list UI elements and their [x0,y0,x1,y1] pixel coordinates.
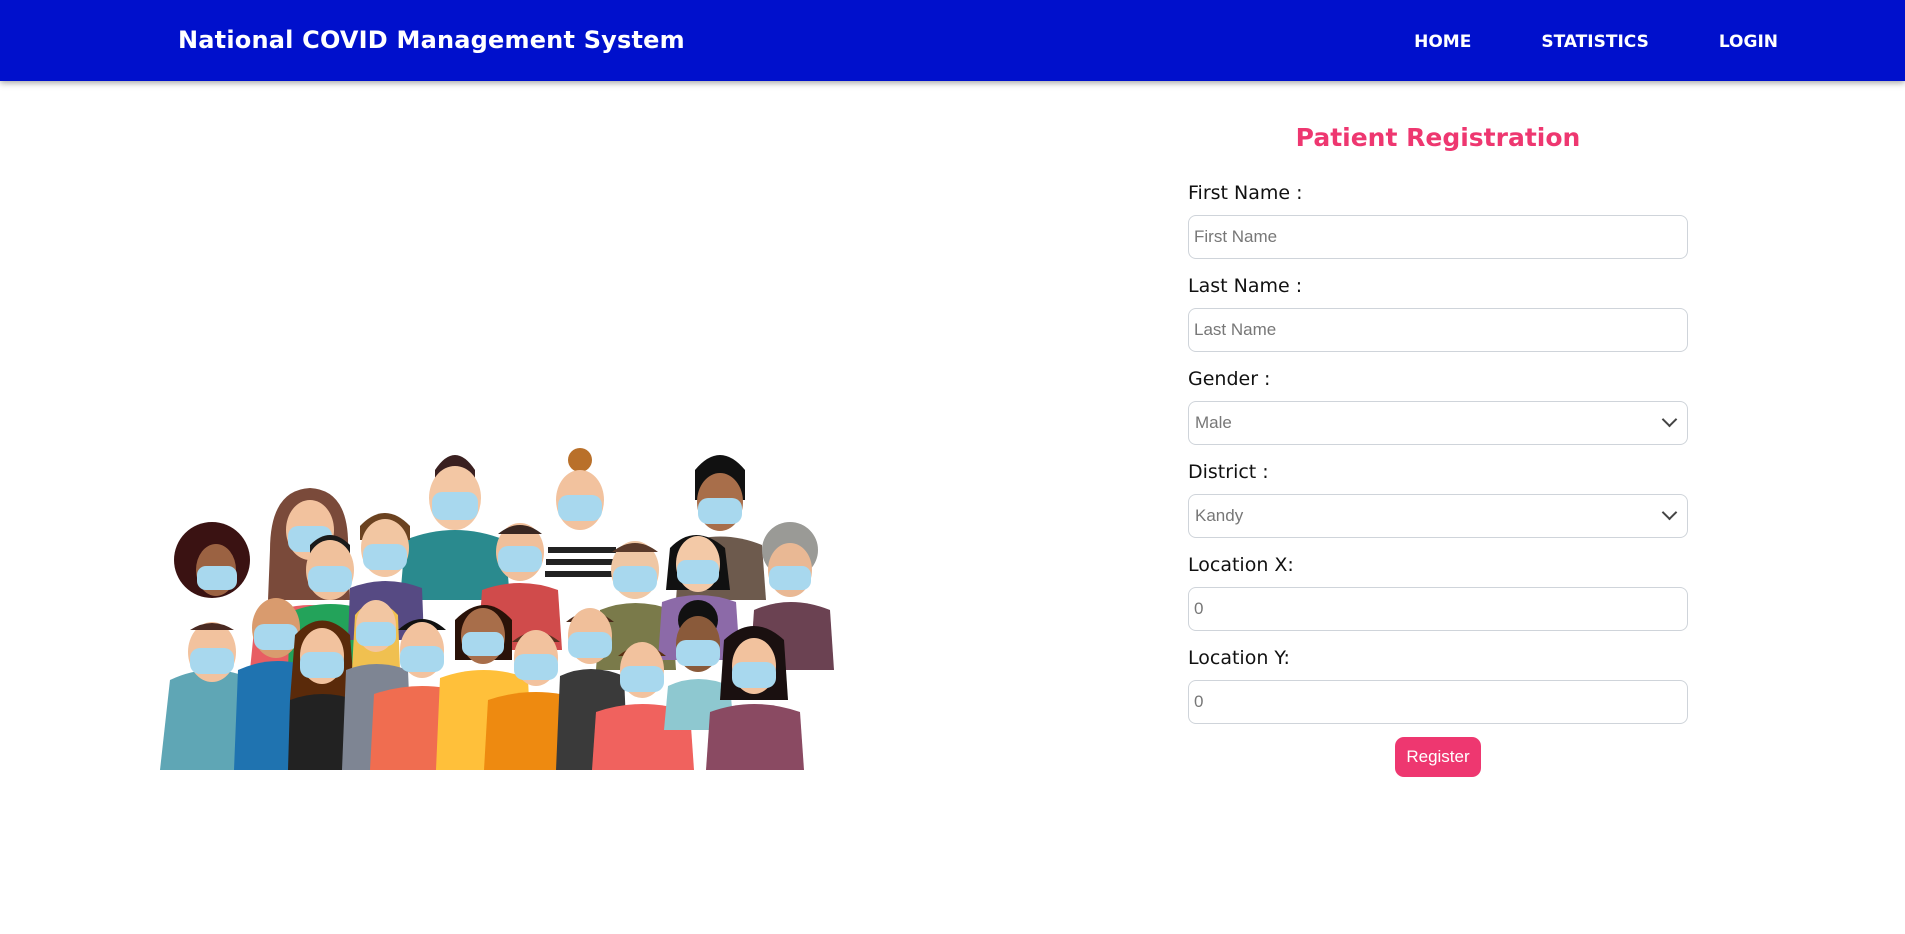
brand-title[interactable]: National COVID Management System [178,0,685,81]
district-select[interactable]: Kandy [1188,494,1688,538]
masked-people-illustration [150,430,890,770]
last-name-input[interactable] [1188,308,1688,352]
person-figure [400,455,510,600]
nav-links: HOME STATISTICS LOGIN [1414,0,1778,81]
nav-home-link[interactable]: HOME [1414,0,1471,81]
location-y-input[interactable] [1188,680,1688,724]
chevron-down-icon [1661,411,1678,428]
first-name-label: First Name : [1188,182,1303,204]
nav-statistics-link[interactable]: STATISTICS [1541,0,1648,81]
gender-selected-value: Male [1195,413,1232,432]
form-title: Patient Registration [1295,123,1581,152]
gender-select[interactable]: Male [1188,401,1688,445]
chevron-down-icon [1661,504,1678,521]
register-button[interactable]: Register [1395,737,1481,777]
district-label: District : [1188,461,1269,483]
person-figure [174,522,250,598]
navbar: National COVID Management System HOME ST… [0,0,1905,81]
nav-login-link[interactable]: LOGIN [1719,0,1778,81]
location-x-input[interactable] [1188,587,1688,631]
register-button-wrap: Register [1188,737,1688,777]
location-y-label: Location Y: [1188,647,1290,669]
first-name-input[interactable] [1188,215,1688,259]
district-selected-value: Kandy [1195,506,1244,525]
gender-label: Gender : [1188,368,1271,390]
patient-registration-form: Patient Registration First Name : Last N… [1188,108,1688,777]
person-figure [542,448,620,600]
last-name-label: Last Name : [1188,275,1303,297]
location-x-label: Location X: [1188,554,1294,576]
